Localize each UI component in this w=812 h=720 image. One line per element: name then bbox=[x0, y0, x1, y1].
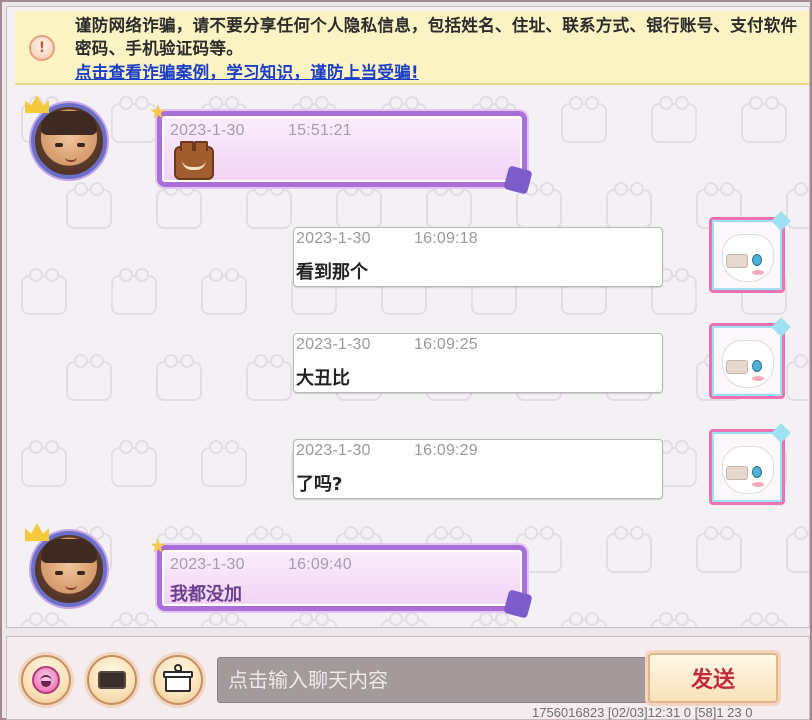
wallpaper-tile bbox=[561, 612, 607, 627]
wallpaper-tile bbox=[606, 526, 652, 573]
message-date: 2023-1-30 bbox=[170, 122, 245, 139]
wallpaper-tile bbox=[336, 182, 382, 229]
message-text: 了吗? bbox=[296, 474, 343, 495]
message-bubble-sent: 2023-1-30 16:09:18 看到那个 bbox=[293, 227, 663, 287]
gift-icon bbox=[163, 664, 193, 692]
status-readout: 1756016823 [02/03]12:31 0 [58]1 23 0 bbox=[532, 705, 753, 720]
wallpaper-tile bbox=[786, 526, 809, 573]
gift-button[interactable] bbox=[153, 655, 203, 705]
crown-icon bbox=[25, 523, 49, 541]
message-bubble-sent: 2023-1-30 16:09:29 了吗? bbox=[293, 439, 663, 499]
message-bubble-sent: 2023-1-30 16:09:25 大丑比 bbox=[293, 333, 663, 393]
wallpaper-tile bbox=[786, 182, 809, 229]
message-time: 15:51:21 bbox=[288, 122, 352, 139]
keyboard-icon bbox=[98, 671, 126, 689]
crown-icon bbox=[25, 95, 49, 113]
friend-avatar[interactable] bbox=[25, 523, 107, 607]
fraud-cases-link[interactable]: 点击查看诈骗案例，学习知识，谨防上当受骗! bbox=[75, 61, 419, 84]
wallpaper-tile bbox=[66, 182, 112, 229]
message-time: 16:09:18 bbox=[414, 230, 478, 247]
wallpaper-tile bbox=[291, 612, 337, 627]
wallpaper-tile bbox=[156, 354, 202, 401]
wallpaper-tile bbox=[246, 182, 292, 229]
wallpaper-tile bbox=[111, 612, 157, 627]
wallpaper-tile bbox=[561, 96, 607, 143]
message-bubble-received: 2023-1-30 16:09:40 我都没加 bbox=[150, 538, 533, 619]
wallpaper-tile bbox=[111, 96, 157, 143]
message-time: 16:09:40 bbox=[288, 556, 352, 573]
wallpaper-tile bbox=[696, 526, 742, 573]
send-button[interactable]: 发送 bbox=[648, 653, 778, 703]
my-avatar[interactable] bbox=[709, 211, 791, 293]
diamond-icon bbox=[771, 317, 791, 337]
wallpaper-tile bbox=[66, 354, 112, 401]
wallpaper-tile bbox=[741, 612, 787, 627]
emoji-button[interactable] bbox=[21, 655, 71, 705]
wallpaper-tile bbox=[516, 182, 562, 229]
sticker-bear-icon bbox=[174, 141, 214, 180]
wallpaper-tile bbox=[201, 268, 247, 315]
keyboard-button[interactable] bbox=[87, 655, 137, 705]
wallpaper-tile bbox=[201, 440, 247, 487]
wallpaper-tile bbox=[201, 612, 247, 627]
message-bubble-received: 2023-1-30 15:51:21 bbox=[150, 104, 533, 195]
wallpaper-tile bbox=[786, 354, 809, 401]
message-date: 2023-1-30 bbox=[296, 442, 371, 459]
fraud-warning-banner: ! 谨防网络诈骗，请不要分享任何个人隐私信息，包括姓名、住址、联系方式、银行账号… bbox=[15, 11, 809, 85]
message-time: 16:09:29 bbox=[414, 442, 478, 459]
wallpaper-tile bbox=[471, 612, 517, 627]
my-avatar[interactable] bbox=[709, 317, 791, 399]
wallpaper-tile bbox=[156, 182, 202, 229]
chat-window: ! 谨防网络诈骗，请不要分享任何个人隐私信息，包括姓名、住址、联系方式、银行账号… bbox=[0, 0, 812, 720]
wallpaper-tile bbox=[111, 268, 157, 315]
message-text: 看到那个 bbox=[296, 262, 368, 283]
wallpaper-tile bbox=[21, 268, 67, 315]
warning-icon: ! bbox=[29, 35, 55, 61]
fraud-warning-text: 谨防网络诈骗，请不要分享任何个人隐私信息，包括姓名、住址、联系方式、银行账号、支… bbox=[75, 16, 798, 58]
message-text: 大丑比 bbox=[296, 368, 350, 389]
message-date: 2023-1-30 bbox=[296, 336, 371, 353]
emoji-icon bbox=[32, 666, 60, 694]
message-time: 16:09:25 bbox=[414, 336, 478, 353]
wallpaper-tile bbox=[111, 440, 157, 487]
chat-message-area[interactable]: ! 谨防网络诈骗，请不要分享任何个人隐私信息，包括姓名、住址、联系方式、银行账号… bbox=[6, 6, 810, 628]
message-date: 2023-1-30 bbox=[296, 230, 371, 247]
message-text: 我都没加 bbox=[170, 584, 242, 605]
wallpaper-tile bbox=[651, 612, 697, 627]
wallpaper-tile bbox=[246, 354, 292, 401]
wallpaper-tile bbox=[741, 96, 787, 143]
message-date: 2023-1-30 bbox=[170, 556, 245, 573]
my-avatar[interactable] bbox=[709, 423, 791, 505]
wallpaper-tile bbox=[21, 612, 67, 627]
wallpaper-tile bbox=[21, 440, 67, 487]
chat-text-input[interactable] bbox=[217, 657, 657, 703]
wallpaper-tile bbox=[606, 182, 652, 229]
wallpaper-tile bbox=[426, 182, 472, 229]
friend-avatar[interactable] bbox=[25, 95, 107, 179]
wallpaper-tile bbox=[381, 612, 427, 627]
wallpaper-tile bbox=[651, 96, 697, 143]
diamond-icon bbox=[771, 423, 791, 443]
